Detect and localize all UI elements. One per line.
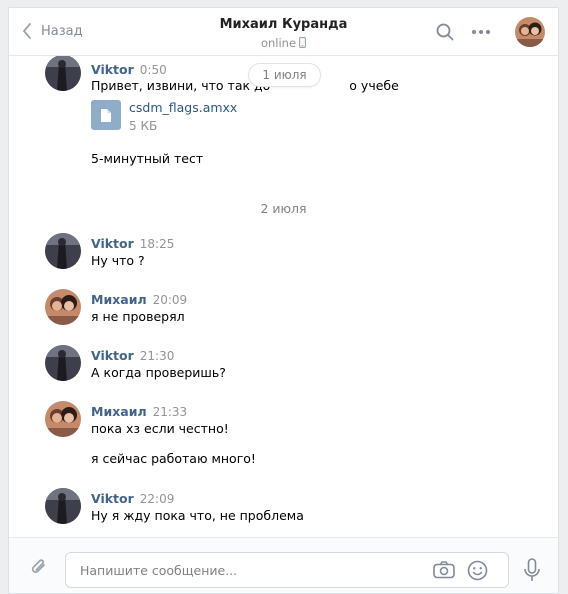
date-separator: 2 июля — [260, 201, 307, 216]
message-author[interactable]: Viktor 21:30 — [91, 348, 174, 363]
paperclip-icon — [31, 559, 45, 573]
camera-icon — [433, 561, 455, 579]
more-dots-icon — [472, 30, 490, 34]
author-name[interactable]: Viktor — [91, 236, 134, 251]
message-author[interactable]: Viktor 18:25 — [91, 236, 174, 251]
mobile-icon — [299, 37, 306, 48]
message-text: я сейчас работаю много! — [91, 451, 256, 466]
avatar[interactable] — [45, 233, 81, 269]
document-icon — [91, 100, 121, 130]
more-button[interactable] — [471, 23, 491, 45]
search-icon — [436, 23, 454, 41]
message-time: 21:33 — [152, 405, 188, 419]
message-author[interactable]: Михаил 20:09 — [91, 292, 187, 307]
message-text: пока хз если честно! — [91, 421, 229, 436]
message-text: Ну что ? — [91, 253, 145, 268]
avatar[interactable] — [45, 56, 81, 91]
file-info: csdm_flags.amxx 5 КБ — [129, 100, 237, 133]
message-text: Привет, извини, что так до о учебе — [91, 78, 399, 93]
viktor-photo-icon — [45, 345, 81, 381]
voice-button[interactable] — [523, 558, 541, 588]
message-text: Ну я жду пока что, не проблема — [91, 508, 304, 523]
attach-button[interactable] — [29, 556, 49, 582]
author-name[interactable]: Viktor — [91, 348, 134, 363]
avatar[interactable] — [45, 289, 81, 325]
message-time: 20:09 — [152, 293, 188, 307]
status-text: online — [260, 36, 297, 50]
chat-header: Назад Михаил Куранда online — [9, 8, 558, 56]
avatar[interactable] — [45, 488, 81, 524]
author-name[interactable]: Михаил — [91, 404, 147, 419]
viktor-photo-icon — [45, 488, 81, 524]
message-text: я не проверял — [91, 309, 185, 324]
message-time: 18:25 — [139, 237, 175, 251]
file-attachment[interactable]: csdm_flags.amxx 5 КБ — [91, 100, 237, 133]
emoji-button[interactable] — [467, 560, 488, 585]
message-time: 22:09 — [139, 492, 175, 506]
viktor-photo-icon — [45, 56, 81, 91]
viktor-photo-icon — [45, 233, 81, 269]
avatar[interactable] — [45, 401, 81, 437]
microphone-icon — [524, 558, 540, 581]
input-placeholder: Напишите сообщение... — [80, 563, 238, 578]
file-size: 5 КБ — [129, 119, 158, 133]
message-line: Привет, извини, что так до — [91, 78, 271, 93]
message-time: 21:30 — [139, 349, 175, 363]
header-avatar[interactable] — [515, 17, 545, 47]
message-history[interactable]: Viktor 0:50 Привет, извини, что так до о у… — [9, 56, 558, 537]
search-button[interactable] — [436, 23, 454, 45]
message-time: 0:50 — [139, 63, 167, 77]
couple-photo-icon — [45, 401, 81, 437]
file-name[interactable]: csdm_flags.amxx — [129, 100, 237, 115]
message-author[interactable]: Viktor 22:09 — [91, 491, 174, 506]
author-name[interactable]: Михаил — [91, 292, 147, 307]
smile-icon — [467, 560, 488, 581]
floating-date-pill: 1 июля — [248, 63, 321, 87]
author-name[interactable]: Viktor — [91, 62, 134, 77]
camera-button[interactable] — [433, 561, 455, 583]
message-composer: Напишите сообщение... — [9, 537, 558, 593]
message-author[interactable]: Viktor 0:50 — [91, 62, 167, 77]
couple-photo-icon — [515, 17, 545, 47]
message-text: 5-минутный тест — [91, 151, 204, 166]
message-text: А когда проверишь? — [91, 365, 226, 380]
couple-photo-icon — [45, 289, 81, 325]
message-author[interactable]: Михаил 21:33 — [91, 404, 187, 419]
avatar[interactable] — [45, 345, 81, 381]
chat-window: Назад Михаил Куранда online Viktor 0:50 П… — [8, 7, 559, 594]
message-line: о учебе — [349, 78, 399, 93]
author-name[interactable]: Viktor — [91, 491, 134, 506]
